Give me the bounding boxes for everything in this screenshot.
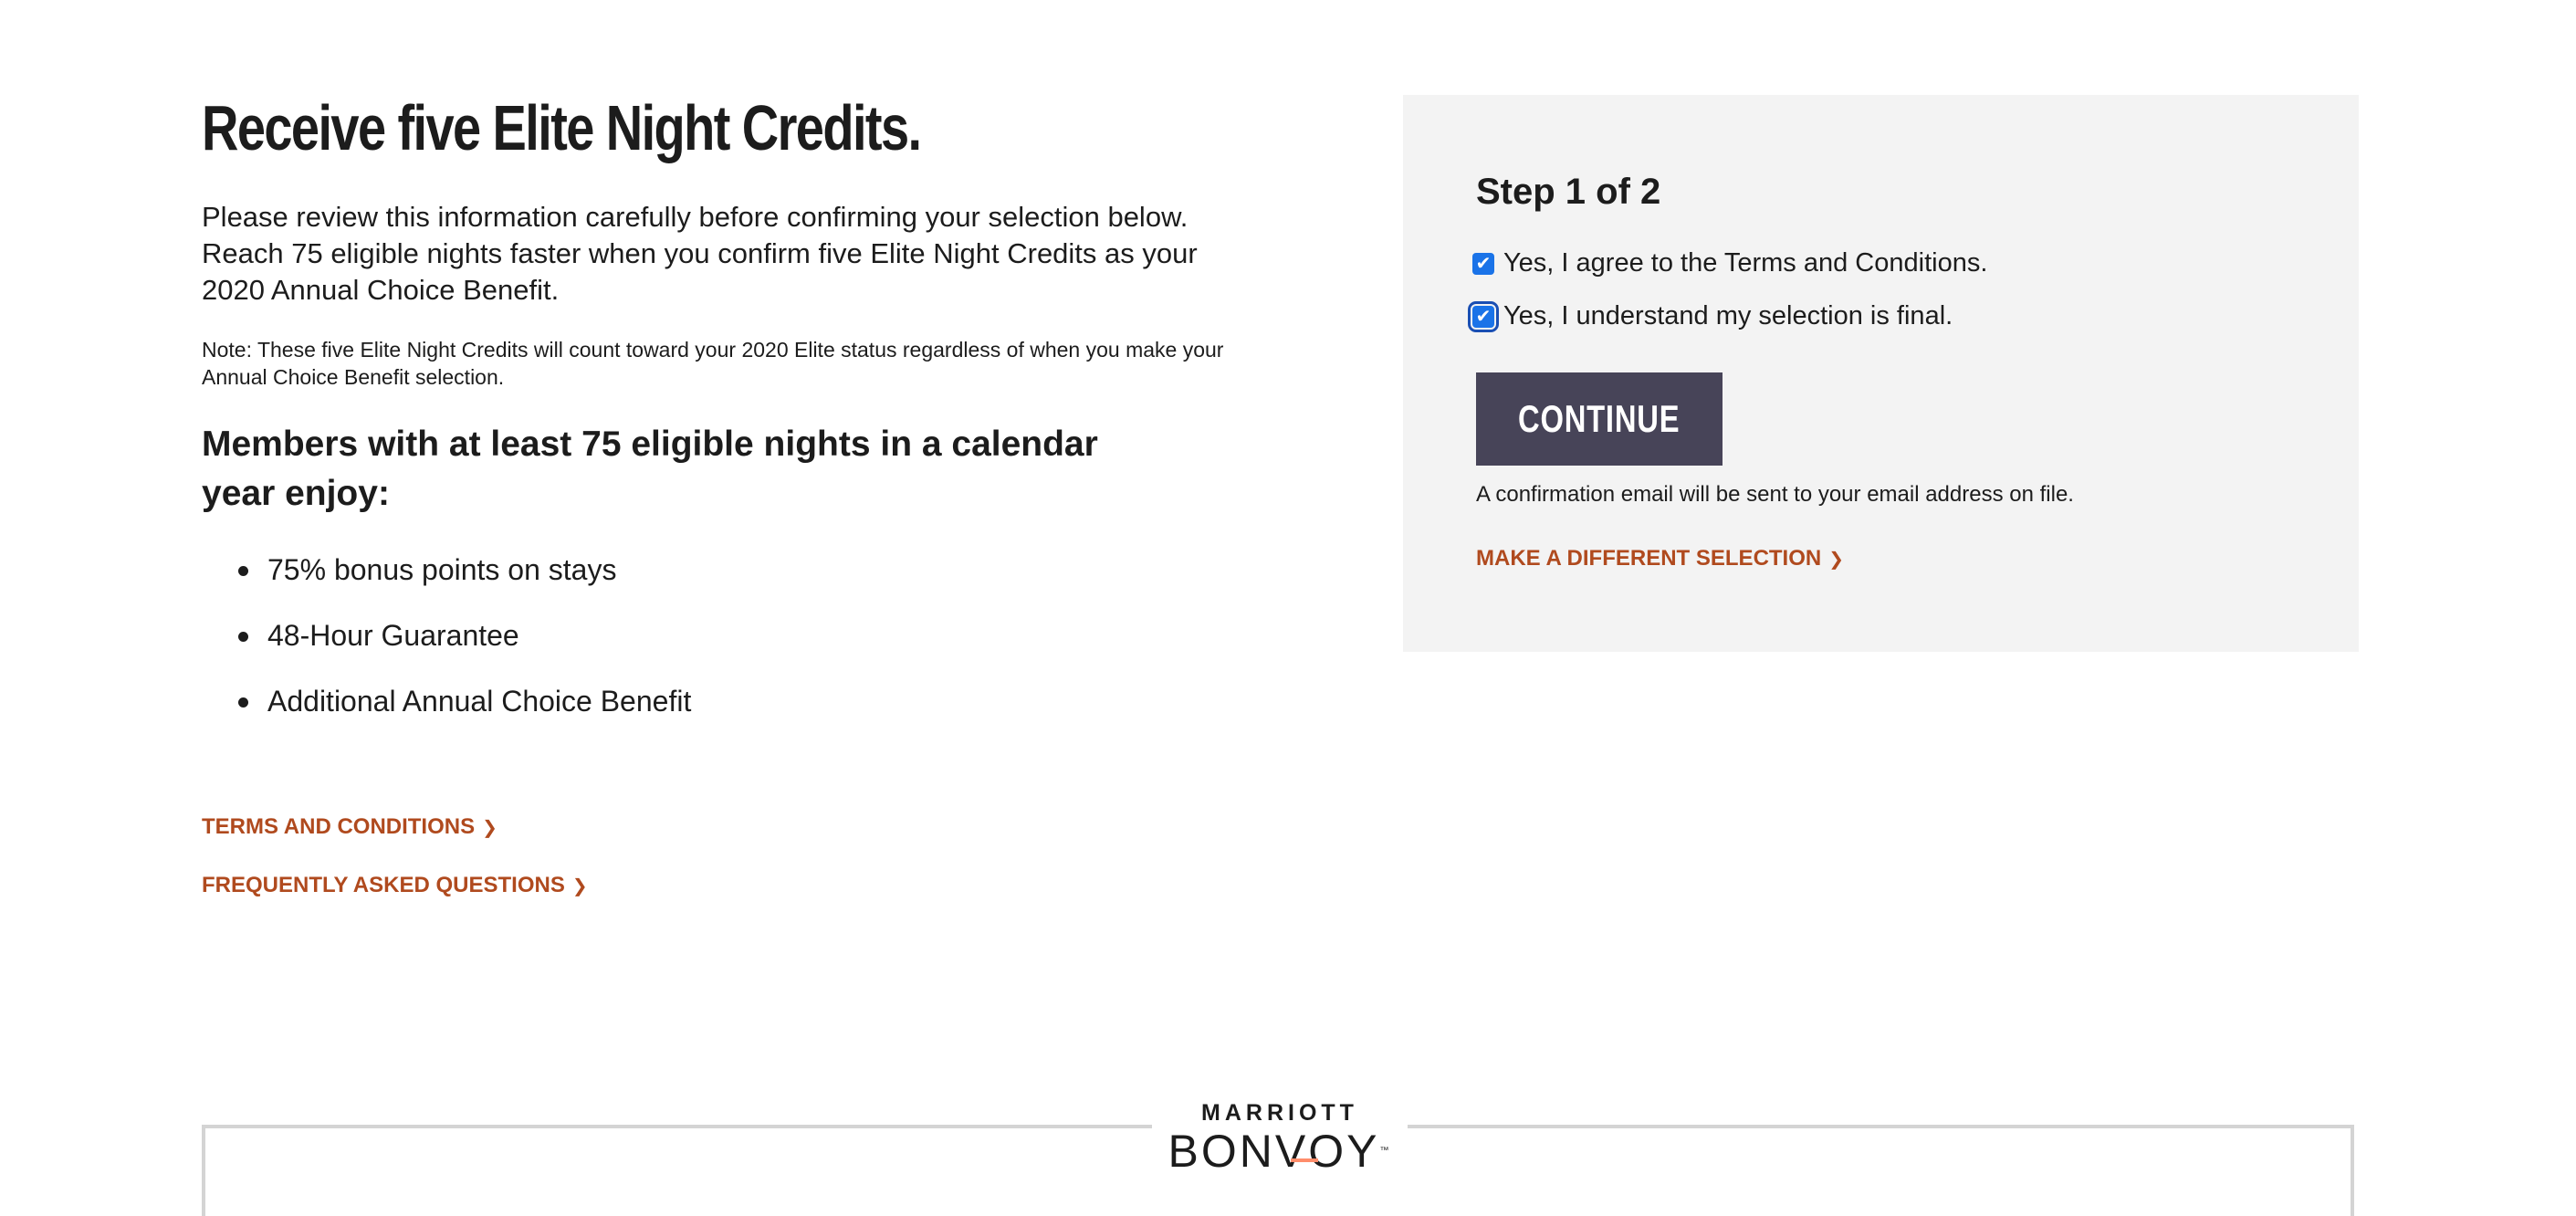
confirmation-panel: Step 1 of 2 ✔ Yes, I agree to the Terms …: [1403, 95, 2359, 652]
terms-checkbox[interactable]: ✔: [1472, 252, 1494, 275]
benefit-item-bonus-points: 75% bonus points on stays: [202, 537, 691, 603]
logo-trademark: ™: [1379, 1146, 1392, 1156]
different-selection-label: MAKE A DIFFERENT SELECTION: [1476, 546, 1822, 571]
benefits-list: 75% bonus points on stays 48-Hour Guaran…: [202, 537, 691, 734]
terms-and-conditions-link[interactable]: TERMS AND CONDITIONS ❯: [202, 814, 497, 840]
logo-bonvoy-text: BONVOY™: [1168, 1128, 1392, 1174]
members-heading: Members with at least 75 eligible nights…: [202, 425, 1098, 513]
checkmark-icon: ✔: [1475, 306, 1492, 327]
terms-checkbox-label: Yes, I agree to the Terms and Conditions…: [1503, 248, 1988, 278]
final-selection-checkbox[interactable]: ✔: [1468, 300, 1499, 332]
confirmation-email-note: A confirmation email will be sent to you…: [1476, 482, 2074, 507]
logo-accent-underline: [1291, 1158, 1318, 1162]
intro-text: Please review this information carefully…: [202, 201, 1198, 306]
benefit-item-additional-choice: Additional Annual Choice Benefit: [202, 668, 691, 734]
faq-link[interactable]: FREQUENTLY ASKED QUESTIONS ❯: [202, 873, 588, 898]
logo-marriott-text: MARRIOTT: [1201, 1100, 1358, 1126]
checkmark-icon: ✔: [1475, 253, 1492, 274]
note-text: Note: These five Elite Night Credits wil…: [202, 338, 1224, 389]
chevron-right-icon: ❯: [571, 875, 588, 896]
chevron-right-icon: ❯: [1828, 549, 1844, 570]
continue-button-label: CONTINUE: [1518, 397, 1681, 440]
benefit-item-48-hour-guarantee: 48-Hour Guarantee: [202, 603, 691, 668]
terms-link-label: TERMS AND CONDITIONS: [202, 814, 476, 839]
final-selection-row[interactable]: ✔ Yes, I understand my selection is fina…: [1468, 300, 1953, 332]
make-different-selection-link[interactable]: MAKE A DIFFERENT SELECTION ❯: [1476, 546, 1844, 571]
chevron-right-icon: ❯: [482, 817, 497, 838]
faq-link-label: FREQUENTLY ASKED QUESTIONS: [202, 873, 565, 897]
continue-button[interactable]: CONTINUE: [1476, 372, 1723, 466]
final-selection-label: Yes, I understand my selection is final.: [1503, 301, 1953, 330]
step-indicator: Step 1 of 2: [1476, 172, 1661, 212]
page-title: Receive five Elite Night Credits.: [202, 92, 922, 163]
logo-bonvoy-word: BONVOY: [1168, 1126, 1380, 1177]
marriott-bonvoy-logo: MARRIOTT BONVOY™: [1152, 1092, 1408, 1174]
terms-agreement-row[interactable]: ✔ Yes, I agree to the Terms and Conditio…: [1472, 248, 1987, 278]
